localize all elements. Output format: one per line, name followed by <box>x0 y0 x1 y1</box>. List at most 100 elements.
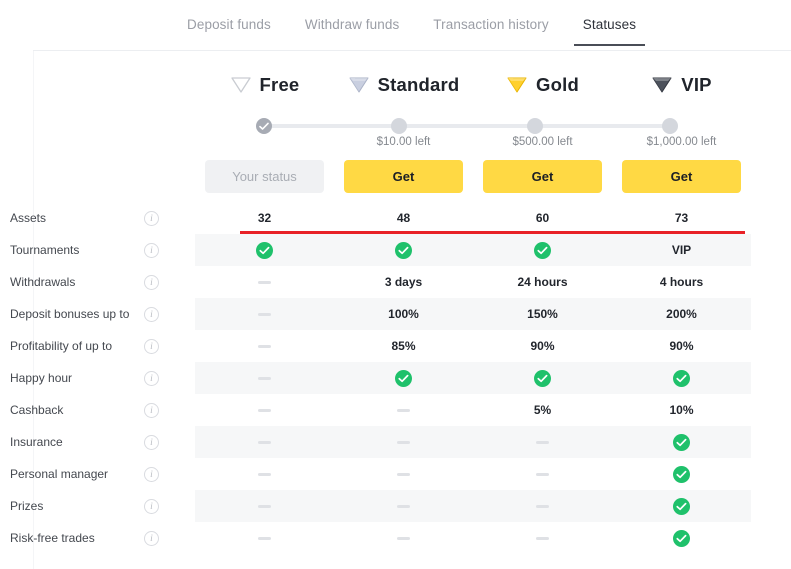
action-col-3: Get <box>612 160 751 193</box>
check-circle-icon <box>673 465 690 483</box>
cell-value: 60 <box>535 211 550 225</box>
check-circle-icon <box>534 241 551 259</box>
table-cell <box>612 362 751 394</box>
table-cell <box>612 522 751 554</box>
table-row: Assets i 32 48 60 73 <box>0 202 791 234</box>
row-label-cell: Personal manager i <box>0 458 195 490</box>
table-cell: 73 <box>612 202 751 234</box>
cell-value: 48 <box>396 211 411 225</box>
table-row: Personal manager i <box>0 458 791 490</box>
cell-value: 32 <box>257 211 272 225</box>
statuses-content: Free Standard Gold VIP $10.00 left $500.… <box>0 51 791 569</box>
check-icon <box>259 122 269 130</box>
slider-node-3[interactable] <box>662 118 678 134</box>
table-cell: 32 <box>195 202 334 234</box>
table-cell <box>195 266 334 298</box>
row-label-cell: Happy hour i <box>0 362 195 394</box>
row-label-cell: Profitability of up to i <box>0 330 195 362</box>
action-buttons-row: Your status Get Get Get <box>0 160 791 193</box>
info-icon[interactable]: i <box>144 338 159 354</box>
action-spacer <box>0 160 195 193</box>
check-circle-icon <box>256 241 273 259</box>
info-icon[interactable]: i <box>144 242 159 258</box>
get-gold-button[interactable]: Get <box>483 160 602 193</box>
tier-col-3: VIP <box>612 68 751 102</box>
slider-node-0[interactable] <box>256 118 272 134</box>
action-col-0: Your status <box>195 160 334 193</box>
unavailable-dash-icon <box>258 472 271 476</box>
get-standard-button[interactable]: Get <box>344 160 463 193</box>
info-icon[interactable]: i <box>144 530 159 546</box>
info-icon[interactable]: i <box>144 306 159 322</box>
unavailable-dash-icon <box>397 504 410 508</box>
table-cell <box>195 362 334 394</box>
table-cell <box>473 362 612 394</box>
diamond-black-icon <box>651 75 673 95</box>
tier-vip: VIP <box>612 68 751 102</box>
statuses-page: Deposit funds Withdraw funds Transaction h… <box>0 0 791 569</box>
info-icon[interactable]: i <box>144 434 159 450</box>
check-circle-icon <box>673 369 690 387</box>
info-icon[interactable]: i <box>144 274 159 290</box>
table-cell: 4 hours <box>612 266 751 298</box>
info-icon[interactable]: i <box>144 466 159 482</box>
info-icon[interactable]: i <box>144 498 159 514</box>
table-cell <box>473 522 612 554</box>
row-label-cell: Risk-free trades i <box>0 522 195 554</box>
row-label-cell: Insurance i <box>0 426 195 458</box>
row-label: Insurance <box>10 434 63 449</box>
slider-node-2[interactable] <box>526 118 543 134</box>
table-cell <box>195 394 334 426</box>
tab-bar: Deposit funds Withdraw funds Transaction h… <box>0 0 791 51</box>
table-cell <box>334 522 473 554</box>
unavailable-dash-icon <box>258 312 271 316</box>
row-label-cell: Assets i <box>0 202 195 234</box>
cell-value: 90% <box>530 339 555 353</box>
table-cell <box>334 234 473 266</box>
table-cell: 200% <box>612 298 751 330</box>
row-label-cell: Tournaments i <box>0 234 195 266</box>
unavailable-dash-icon <box>258 440 271 444</box>
diamond-gold-icon <box>506 75 528 95</box>
cell-value: 90% <box>669 339 694 353</box>
unavailable-dash-icon <box>536 536 549 540</box>
tier-name: Standard <box>377 74 460 95</box>
slider-node-1[interactable] <box>391 118 408 134</box>
tier-progress-slider[interactable]: $10.00 left $500.00 left $1,000.00 left <box>0 112 791 156</box>
row-label: Prizes <box>10 498 44 513</box>
row-label: Assets <box>10 210 47 225</box>
cell-value: 24 hours <box>517 275 568 289</box>
slider-track-area[interactable] <box>256 118 678 134</box>
slider-label-col-2: $500.00 left <box>512 136 573 148</box>
get-vip-button[interactable]: Get <box>622 160 741 193</box>
row-label-cell: Prizes i <box>0 490 195 522</box>
unavailable-dash-icon <box>258 280 271 284</box>
tab-deposit-funds[interactable]: Deposit funds <box>170 0 288 46</box>
cell-value: 100% <box>388 307 419 321</box>
row-label: Personal manager <box>10 466 109 481</box>
table-cell: VIP <box>612 234 751 266</box>
tier-col-2: Gold <box>473 68 612 102</box>
info-icon[interactable]: i <box>144 210 159 226</box>
table-cell <box>612 490 751 522</box>
tab-withdraw-funds[interactable]: Withdraw funds <box>288 0 416 46</box>
slider-label-col-3: $1,000.00 left <box>646 136 717 148</box>
slider-label-col-1: $10.00 left <box>376 136 431 148</box>
tier-header-spacer <box>0 68 195 102</box>
table-cell: 60 <box>473 202 612 234</box>
tab-transaction-history[interactable]: Transaction history <box>416 0 565 46</box>
table-cell: 24 hours <box>473 266 612 298</box>
diamond-silver-icon <box>348 75 370 95</box>
unavailable-dash-icon <box>258 344 271 348</box>
cell-value: 4 hours <box>659 275 704 289</box>
info-icon[interactable]: i <box>144 402 159 418</box>
table-row: Profitability of up to i 85% 90% 90% <box>0 330 791 362</box>
table-cell <box>334 426 473 458</box>
info-icon[interactable]: i <box>144 370 159 386</box>
table-cell: 5% <box>473 394 612 426</box>
unavailable-dash-icon <box>397 440 410 444</box>
tier-name: Free <box>259 74 300 95</box>
table-cell <box>473 490 612 522</box>
tab-statuses[interactable]: Statuses <box>566 0 653 46</box>
table-row: Deposit bonuses up to i 100% 150% 200% <box>0 298 791 330</box>
